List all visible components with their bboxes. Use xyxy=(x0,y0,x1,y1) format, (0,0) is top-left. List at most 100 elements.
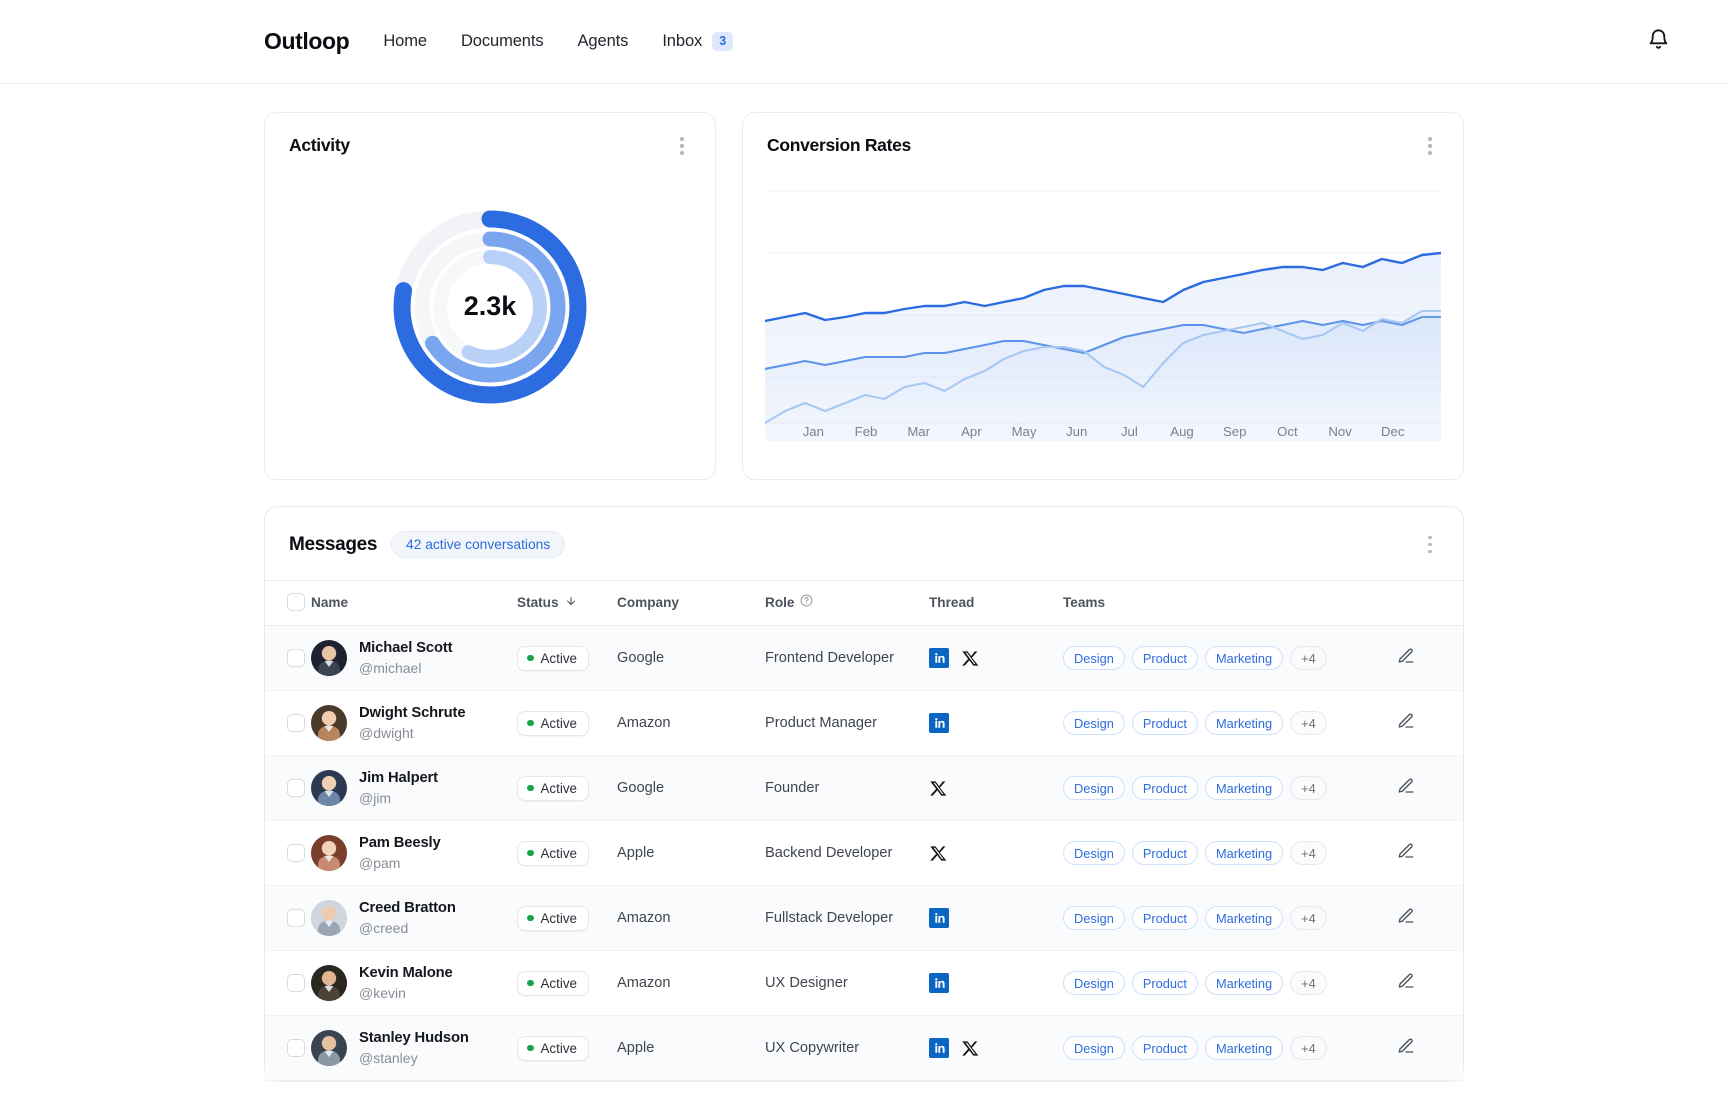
team-tag[interactable]: Marketing xyxy=(1204,971,1284,995)
avatar xyxy=(311,639,347,676)
team-tag[interactable]: Product xyxy=(1131,646,1198,670)
team-tag[interactable]: Product xyxy=(1131,971,1198,995)
row-checkbox[interactable] xyxy=(287,1039,305,1057)
status-dot-icon xyxy=(527,914,534,922)
team-tag[interactable]: Product xyxy=(1131,906,1198,930)
team-tag[interactable]: Marketing xyxy=(1204,711,1284,735)
row-checkbox[interactable] xyxy=(287,909,305,927)
team-tag[interactable]: Marketing xyxy=(1204,906,1284,930)
conversion-menu-button[interactable] xyxy=(1421,135,1439,157)
row-actions-cell xyxy=(1397,691,1463,756)
status-label: Active xyxy=(540,715,577,731)
x-icon[interactable] xyxy=(929,844,948,863)
nav-item-documents[interactable]: Documents xyxy=(461,32,544,51)
team-tag[interactable]: Product xyxy=(1131,711,1198,735)
team-tag[interactable]: Marketing xyxy=(1204,646,1284,670)
linkedin-icon[interactable] xyxy=(929,713,949,733)
column-header-teams[interactable]: Teams xyxy=(1063,580,1397,626)
table-row[interactable]: Creed Bratton @creed Active Amazon Fullstack… xyxy=(265,885,1463,951)
person-name: Michael Scott xyxy=(359,639,453,656)
person-handle: @pam xyxy=(359,854,401,871)
conversion-area-chart: Jan Feb Mar Apr May Jun Jul Aug Sep Oct … xyxy=(743,157,1463,457)
edit-icon[interactable] xyxy=(1397,1037,1415,1059)
team-tag[interactable]: Marketing xyxy=(1204,1036,1284,1060)
brand-logo[interactable]: Outloop xyxy=(264,28,350,55)
messages-menu-button[interactable] xyxy=(1421,534,1439,556)
status-badge: Active xyxy=(517,645,589,671)
team-tag[interactable]: Design xyxy=(1063,646,1125,670)
linkedin-icon[interactable] xyxy=(929,973,949,993)
team-tag-more[interactable]: +4 xyxy=(1290,711,1327,735)
team-tag-more[interactable]: +4 xyxy=(1290,971,1327,995)
column-header-status[interactable]: Status xyxy=(517,580,617,626)
row-checkbox[interactable] xyxy=(287,714,305,732)
help-circle-icon[interactable] xyxy=(800,594,813,610)
row-checkbox[interactable] xyxy=(287,649,305,667)
row-checkbox[interactable] xyxy=(287,844,305,862)
edit-icon[interactable] xyxy=(1397,972,1415,994)
edit-icon[interactable] xyxy=(1397,842,1415,864)
edit-icon[interactable] xyxy=(1397,647,1415,669)
x-tick-jan: Jan xyxy=(802,424,824,439)
row-checkbox[interactable] xyxy=(287,974,305,992)
notifications-button[interactable] xyxy=(1647,28,1670,56)
bell-icon xyxy=(1647,28,1670,56)
person-handle: @dwight xyxy=(359,724,414,741)
linkedin-icon[interactable] xyxy=(929,1038,949,1058)
conversion-rates-card: Conversion Rates Jan Feb Mar Apr May Jun… xyxy=(742,112,1464,480)
column-header-thread[interactable]: Thread xyxy=(929,580,1063,626)
column-header-company[interactable]: Company xyxy=(617,580,765,626)
team-tag[interactable]: Product xyxy=(1131,841,1198,865)
x-tick-nov: Nov xyxy=(1328,424,1352,439)
x-tick-jun: Jun xyxy=(1066,424,1088,439)
nav-item-home[interactable]: Home xyxy=(383,32,427,51)
status-dot-icon xyxy=(527,849,534,857)
row-select-cell xyxy=(265,951,311,1016)
person-handle: @stanley xyxy=(359,1049,418,1066)
column-header-name[interactable]: Name xyxy=(311,580,517,626)
row-checkbox[interactable] xyxy=(287,779,305,797)
company-cell: Apple xyxy=(617,1040,655,1056)
edit-icon[interactable] xyxy=(1397,777,1415,799)
team-tag[interactable]: Design xyxy=(1063,711,1125,735)
team-tag[interactable]: Product xyxy=(1131,776,1198,800)
nav-item-documents-label: Documents xyxy=(460,32,544,50)
select-all-checkbox[interactable] xyxy=(287,593,305,611)
person-cell: Jim Halpert @jim xyxy=(311,756,517,821)
team-tag[interactable]: Design xyxy=(1063,906,1125,930)
team-tag[interactable]: Marketing xyxy=(1204,776,1284,800)
table-row[interactable]: Stanley Hudson @stanley Active Apple UX Copy… xyxy=(265,1015,1463,1081)
team-tag-more[interactable]: +4 xyxy=(1290,841,1327,865)
table-row[interactable]: Pam Beesly @pam Active Apple Backend Develop… xyxy=(265,821,1463,886)
team-tag-more[interactable]: +4 xyxy=(1290,1036,1327,1060)
active-conversations-badge[interactable]: 42 active conversations xyxy=(391,531,566,558)
edit-icon[interactable] xyxy=(1397,907,1415,929)
team-tag[interactable]: Design xyxy=(1063,1036,1125,1060)
table-row[interactable]: Jim Halpert @jim Active Google Founder Design… xyxy=(265,755,1463,821)
team-tag[interactable]: Design xyxy=(1063,776,1125,800)
team-tag[interactable]: Design xyxy=(1063,971,1125,995)
table-row[interactable]: Dwight Schrute @dwight Active Amazon Product… xyxy=(265,691,1463,756)
team-tag[interactable]: Design xyxy=(1063,841,1125,865)
edit-icon[interactable] xyxy=(1397,712,1415,734)
column-header-role[interactable]: Role xyxy=(765,580,929,626)
nav-item-inbox[interactable]: Inbox 3 xyxy=(662,31,734,52)
avatar xyxy=(311,964,347,1001)
team-tag-more[interactable]: +4 xyxy=(1290,906,1327,930)
team-tag-more[interactable]: +4 xyxy=(1290,776,1327,800)
x-icon[interactable] xyxy=(961,649,980,668)
linkedin-icon[interactable] xyxy=(929,908,949,928)
x-icon[interactable] xyxy=(961,1039,980,1058)
team-tag[interactable]: Product xyxy=(1131,1036,1198,1060)
top-navigation-bar: Outloop Home Documents Agents Inbox 3 xyxy=(0,0,1728,84)
team-tag[interactable]: Marketing xyxy=(1204,841,1284,865)
nav-item-agents[interactable]: Agents xyxy=(578,32,629,51)
x-icon[interactable] xyxy=(929,779,948,798)
linkedin-icon[interactable] xyxy=(929,648,949,668)
team-tag-more[interactable]: +4 xyxy=(1290,646,1327,670)
activity-menu-button[interactable] xyxy=(673,135,691,157)
x-tick-apr: Apr xyxy=(961,424,982,439)
table-row[interactable]: Michael Scott @michael Active Google Fronten… xyxy=(265,625,1463,691)
thread-cell xyxy=(929,691,1063,756)
table-row[interactable]: Kevin Malone @kevin Active Amazon UX Designe… xyxy=(265,951,1463,1016)
